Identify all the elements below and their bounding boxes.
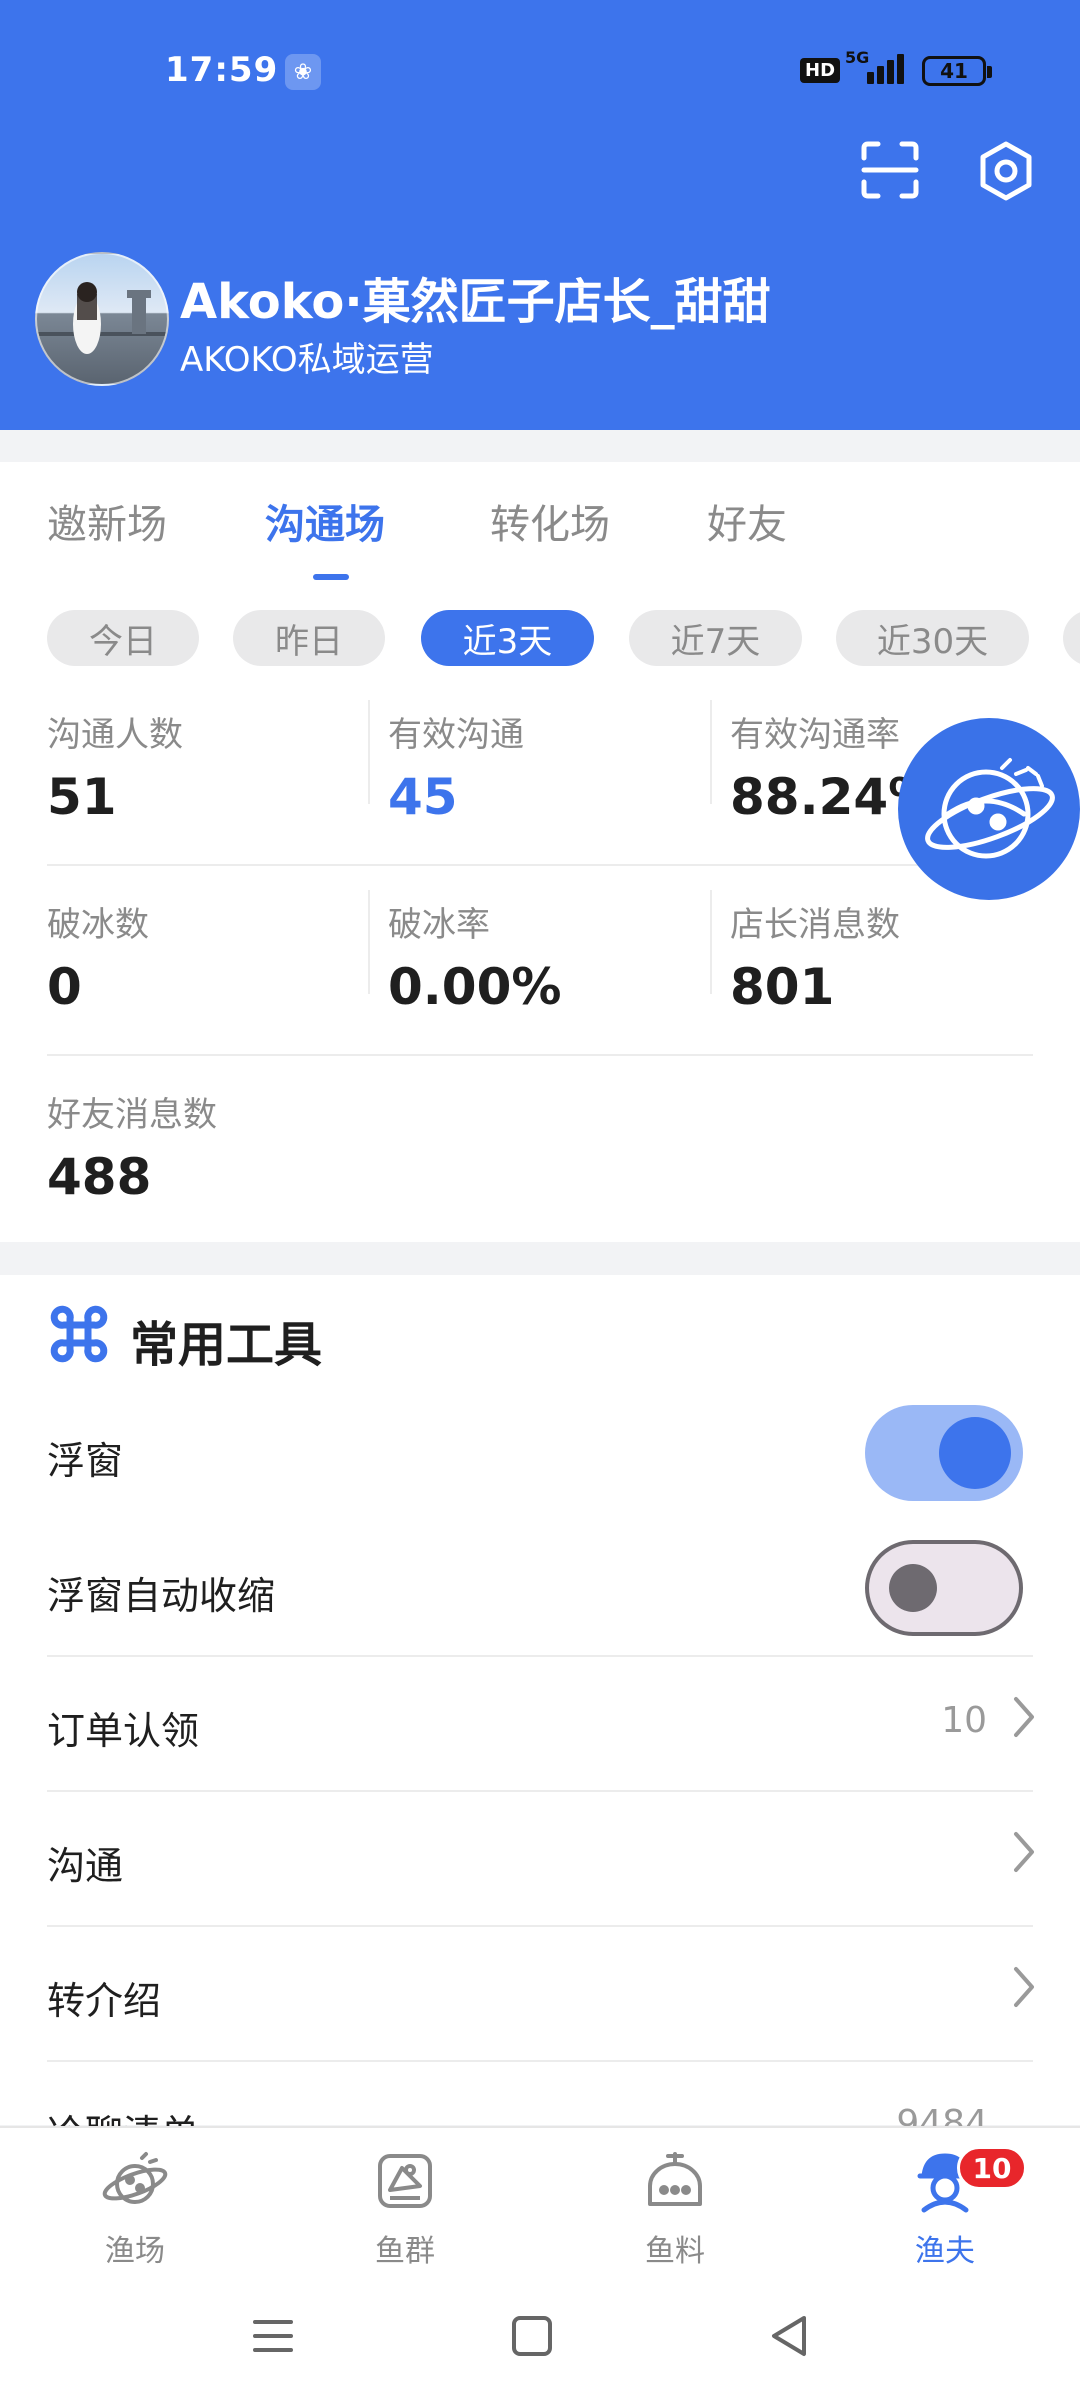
- home-icon[interactable]: [502, 2306, 562, 2366]
- divider: [368, 890, 370, 994]
- metric-value: 0.00%: [388, 958, 562, 1016]
- scan-icon[interactable]: [860, 140, 920, 200]
- metric-value: 0: [47, 958, 82, 1016]
- tab-invite[interactable]: 邀新场: [47, 492, 167, 550]
- tool-label-communication: 沟通: [47, 1844, 124, 1888]
- metric-value: 801: [730, 958, 835, 1016]
- toggle-knob: [889, 1564, 937, 1612]
- nav-fisherman[interactable]: 10 渔夫: [875, 2146, 1027, 2270]
- common-tools-card: 常用工具 浮窗 浮窗自动收缩 订单认领 10 沟通 转介绍 冷聊清单 9484: [0, 1275, 1080, 2156]
- order-claim-count: 10: [941, 1700, 987, 1741]
- metric-contacts: 沟通人数 51: [47, 707, 347, 826]
- nav-label: 鱼料: [645, 2234, 705, 2269]
- filter-last-30-days[interactable]: 近30天: [836, 610, 1029, 666]
- metric-value: 51: [47, 768, 117, 826]
- divider: [368, 700, 370, 804]
- metric-label: 破冰数: [47, 905, 149, 945]
- fish-group-icon: [378, 2154, 432, 2208]
- hd-voice-icon: HD: [800, 58, 841, 83]
- nav-fish-group[interactable]: 鱼群: [335, 2146, 475, 2270]
- metric-label: 沟通人数: [47, 715, 183, 755]
- metric-value: 45: [388, 768, 458, 826]
- planet-icon: [102, 2152, 168, 2204]
- bottom-navigation: 渔场 鱼群 鱼料 10 渔夫: [0, 2126, 1080, 2276]
- divider: [47, 1790, 1033, 1792]
- date-filter-bar: 今日 昨日 近3天 近7天 近30天: [0, 610, 1080, 670]
- divider: [710, 700, 712, 804]
- tool-label-floating-window: 浮窗: [47, 1439, 124, 1483]
- settings-gear-icon[interactable]: [975, 140, 1037, 202]
- divider: [47, 1925, 1033, 1927]
- auto-shrink-toggle[interactable]: [865, 1540, 1023, 1636]
- tool-label-auto-shrink: 浮窗自动收缩: [47, 1574, 276, 1618]
- back-icon[interactable]: [760, 2306, 820, 2366]
- tool-label-order-claim: 订单认领: [47, 1709, 200, 1753]
- system-navigation-bar: [0, 2276, 1080, 2400]
- chevron-right-icon: [1014, 1967, 1034, 2007]
- signal-icon: 5G: [845, 48, 905, 88]
- metric-value: 488: [47, 1148, 152, 1206]
- floating-window-toggle[interactable]: [865, 1405, 1023, 1501]
- floating-assistant-ball[interactable]: [898, 718, 1080, 900]
- chevron-right-icon: [1014, 1832, 1034, 1872]
- command-icon: [50, 1305, 108, 1363]
- divider: [47, 1655, 1033, 1657]
- avatar[interactable]: [35, 252, 169, 386]
- metric-label: 店长消息数: [730, 905, 900, 945]
- notification-badge: 10: [957, 2146, 1027, 2190]
- filter-more[interactable]: [1063, 610, 1080, 666]
- tab-conversion[interactable]: 转化场: [490, 492, 610, 550]
- menu-icon[interactable]: [243, 2306, 303, 2366]
- nav-label: 鱼群: [375, 2234, 435, 2269]
- scene-tabs: 邀新场 沟通场 转化场 好友: [0, 492, 1080, 582]
- profile-subtitle: AKOKO私域运营: [180, 340, 434, 380]
- nav-fish-food[interactable]: 鱼料: [605, 2146, 745, 2270]
- status-time: 17:59: [165, 50, 279, 90]
- nav-fishing-ground[interactable]: 渔场: [65, 2146, 205, 2270]
- divider: [47, 1054, 1033, 1056]
- divider: [710, 890, 712, 994]
- filter-today[interactable]: 今日: [47, 610, 199, 666]
- divider: [47, 864, 1033, 866]
- metric-friend-messages: 好友消息数 488: [47, 1087, 347, 1206]
- notification-app-icon: ❀: [285, 54, 321, 90]
- metric-label: 好友消息数: [47, 1095, 217, 1135]
- nav-label: 渔场: [105, 2234, 165, 2269]
- metric-effective: 有效沟通 45: [388, 707, 688, 826]
- chevron-right-icon: [1014, 1697, 1034, 1737]
- metric-icebreak: 破冰数 0: [47, 897, 347, 1016]
- toggle-knob: [939, 1417, 1011, 1489]
- divider: [47, 2060, 1033, 2062]
- fish-food-icon: [648, 2152, 702, 2206]
- tab-friends[interactable]: 好友: [707, 492, 787, 550]
- metric-label: 有效沟通: [388, 715, 524, 755]
- status-bar: 17:59 ❀ HD 5G 41: [0, 48, 1080, 94]
- nav-label: 渔夫: [915, 2234, 975, 2269]
- battery-icon: 41: [922, 56, 992, 86]
- metric-label: 破冰率: [388, 905, 490, 945]
- tools-title: 常用工具: [130, 1317, 323, 1373]
- active-tab-indicator: [313, 574, 349, 580]
- filter-last-7-days[interactable]: 近7天: [629, 610, 802, 666]
- filter-yesterday[interactable]: 昨日: [233, 610, 385, 666]
- metric-manager-messages: 店长消息数 801: [730, 897, 1030, 1016]
- tab-communication[interactable]: 沟通场: [265, 492, 385, 550]
- tool-label-referral: 转介绍: [47, 1979, 162, 2023]
- profile-name: Akoko·菓然匠子店长_甜甜: [180, 274, 771, 330]
- profile-header: 17:59 ❀ HD 5G 41 Akoko·菓然匠子店长_甜甜 AKOKO私域…: [0, 0, 1080, 430]
- metric-icebreak-rate: 破冰率 0.00%: [388, 897, 688, 1016]
- filter-last-3-days[interactable]: 近3天: [421, 610, 594, 666]
